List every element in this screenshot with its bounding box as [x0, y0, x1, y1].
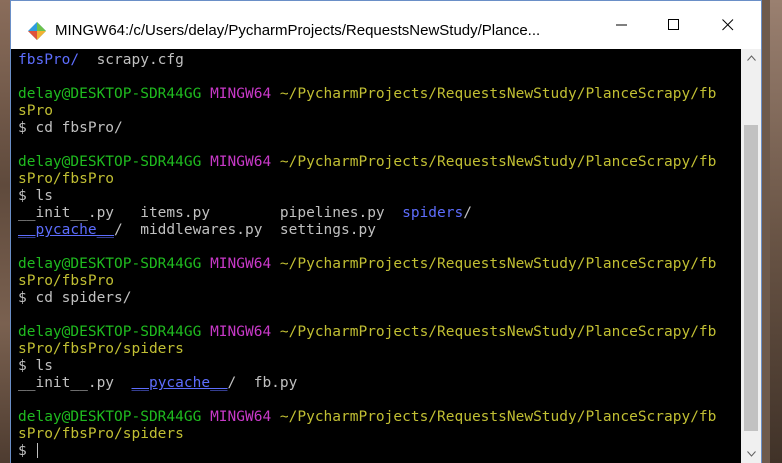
terminal-text: ~/PycharmProjects/RequestsNewStudy/Planc… — [271, 256, 717, 272]
terminal-line: sPro/fbsPro — [18, 171, 716, 188]
terminal-text: $ ls — [18, 358, 53, 374]
terminal-text: delay@DESKTOP-SDR44GG — [18, 324, 202, 340]
terminal-line: $ ls — [18, 188, 716, 205]
terminal-line: fbsPro/ scrapy.cfg — [18, 52, 716, 69]
terminal-text: / fb.py — [227, 375, 298, 391]
terminal-line: sPro — [18, 103, 716, 120]
terminal-line: delay@DESKTOP-SDR44GG MINGW64 ~/PycharmP… — [18, 324, 716, 341]
terminal-text: $ cd fbsPro/ — [18, 120, 123, 136]
window-title: MINGW64:/c/Users/delay/PycharmProjects/R… — [55, 22, 541, 39]
terminal-text: sPro/fbsPro — [18, 171, 115, 187]
text-cursor — [37, 443, 39, 458]
terminal-line: sPro/fbsPro/spiders — [18, 341, 716, 358]
terminal-text: delay@DESKTOP-SDR44GG — [18, 409, 202, 425]
terminal-window: MINGW64:/c/Users/delay/PycharmProjects/R… — [10, 0, 762, 463]
scroll-up-button[interactable] — [741, 49, 761, 67]
terminal-line: sPro/fbsPro/spiders — [18, 426, 716, 443]
scroll-down-button[interactable] — [741, 445, 761, 463]
minimize-icon — [616, 24, 627, 26]
terminal-text: delay@DESKTOP-SDR44GG — [18, 256, 202, 272]
terminal-text: fbsPro/ — [18, 52, 80, 68]
terminal-text: delay@DESKTOP-SDR44GG — [18, 86, 202, 102]
terminal-text: __pycache__ — [131, 375, 228, 391]
minimize-button[interactable] — [597, 1, 647, 49]
terminal-line: $ — [18, 443, 716, 460]
terminal-line: __pycache__/ middlewares.py settings.py — [18, 222, 716, 239]
terminal-text: $ cd spiders/ — [18, 290, 132, 306]
maximize-icon — [668, 19, 679, 30]
terminal-text: scrapy.cfg — [79, 52, 184, 68]
terminal-line: $ cd spiders/ — [18, 290, 716, 307]
terminal-lines: fbsPro/ scrapy.cfg delay@DESKTOP-SDR44GG … — [18, 52, 716, 460]
terminal-text: sPro/fbsPro/spiders — [18, 341, 184, 357]
terminal-text: MINGW64 — [210, 154, 272, 170]
terminal-text: MINGW64 — [210, 409, 272, 425]
vertical-scrollbar[interactable] — [741, 49, 761, 463]
terminal-text: MINGW64 — [210, 86, 272, 102]
terminal-text: $ ls — [18, 188, 53, 204]
desktop-background-right — [770, 0, 782, 463]
terminal-text: / — [463, 205, 472, 221]
terminal-line: __init__.py items.py pipelines.py spider… — [18, 205, 716, 222]
terminal-text: ~/PycharmProjects/RequestsNewStudy/Planc… — [271, 86, 717, 102]
terminal-output[interactable]: fbsPro/ scrapy.cfg delay@DESKTOP-SDR44GG … — [11, 49, 741, 463]
terminal-text: sPro/fbsPro — [18, 273, 115, 289]
terminal-text: __pycache__ — [18, 222, 115, 238]
terminal-line: $ cd fbsPro/ — [18, 120, 716, 137]
close-button[interactable] — [703, 1, 753, 49]
chevron-down-icon — [746, 451, 756, 457]
mingw-diamond-icon — [28, 22, 46, 40]
terminal-text: delay@DESKTOP-SDR44GG — [18, 154, 202, 170]
terminal-text: ~/PycharmProjects/RequestsNewStudy/Planc… — [271, 324, 717, 340]
terminal-text: MINGW64 — [210, 324, 272, 340]
terminal-line: delay@DESKTOP-SDR44GG MINGW64 ~/PycharmP… — [18, 256, 716, 273]
terminal-text: MINGW64 — [210, 256, 272, 272]
terminal-text: sPro/fbsPro/spiders — [18, 426, 184, 442]
terminal-text: spiders — [402, 205, 464, 221]
terminal-text: ~/PycharmProjects/RequestsNewStudy/Planc… — [271, 409, 717, 425]
chevron-up-icon — [746, 55, 756, 61]
close-icon — [722, 19, 734, 31]
scrollbar-thumb[interactable] — [744, 125, 758, 431]
terminal-text: sPro — [18, 103, 53, 119]
terminal-line: delay@DESKTOP-SDR44GG MINGW64 ~/PycharmP… — [18, 409, 716, 426]
terminal-text: / middlewares.py settings.py — [114, 222, 376, 238]
title-bar[interactable]: MINGW64:/c/Users/delay/PycharmProjects/R… — [11, 1, 761, 49]
terminal-line: delay@DESKTOP-SDR44GG MINGW64 ~/PycharmP… — [18, 154, 716, 171]
terminal-line: sPro/fbsPro — [18, 273, 716, 290]
terminal-line: delay@DESKTOP-SDR44GG MINGW64 ~/PycharmP… — [18, 86, 716, 103]
terminal-line: __init__.py __pycache__/ fb.py — [18, 375, 716, 392]
terminal-text: $ — [18, 443, 36, 459]
terminal-line: $ ls — [18, 358, 716, 375]
maximize-button[interactable] — [649, 1, 699, 49]
terminal-text: __init__.py — [18, 375, 132, 391]
terminal-text: __init__.py items.py pipelines.py — [18, 205, 403, 221]
terminal-text: ~/PycharmProjects/RequestsNewStudy/Planc… — [271, 154, 717, 170]
